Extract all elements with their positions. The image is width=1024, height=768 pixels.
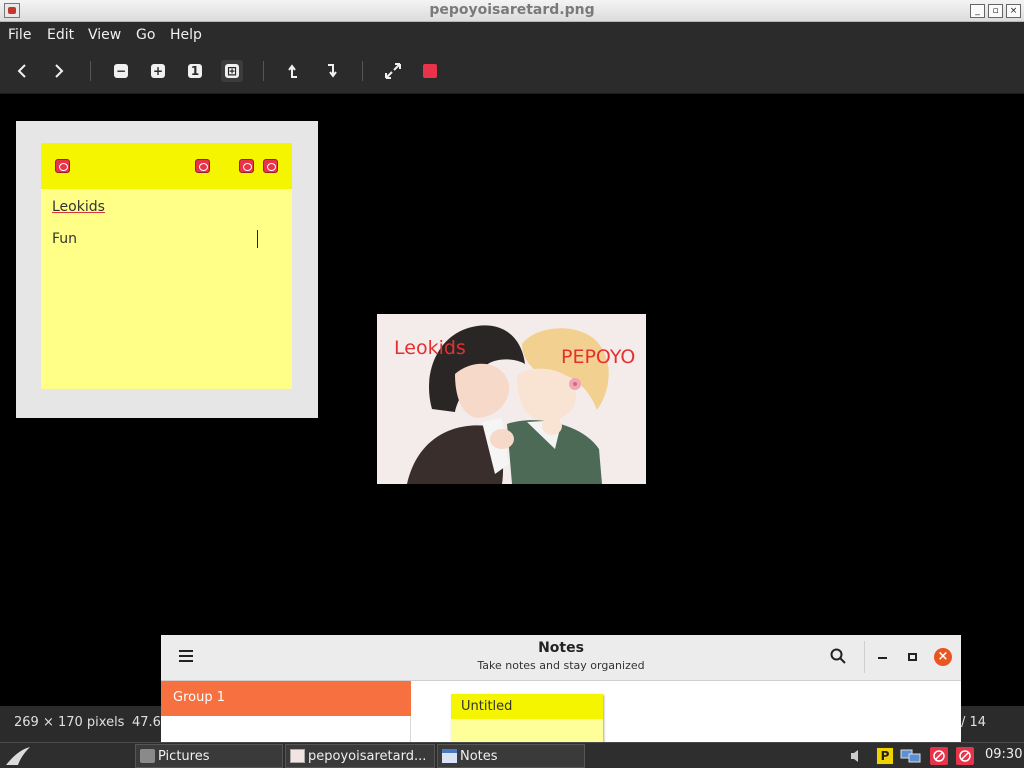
notes-window: Notes Take notes and stay organized × Gr… (161, 635, 961, 742)
folder-icon (140, 749, 155, 763)
zoom-out-icon[interactable]: − (110, 60, 132, 82)
sticky-note: Leokids Fun (41, 143, 292, 389)
image-thumbnail-icon (290, 749, 305, 763)
taskbar-item-notes[interactable]: Notes (437, 744, 585, 768)
minimize-button[interactable]: _ (970, 4, 985, 18)
zoom-level: 47.6 (132, 715, 161, 730)
sticky-note-title[interactable]: Leokids (52, 199, 105, 215)
zoom-fit-icon[interactable]: ⊞ (221, 60, 243, 82)
notes-header: Notes Take notes and stay organized × (161, 635, 961, 681)
settings-icon[interactable] (195, 159, 210, 173)
taskbar-item-image-viewer[interactable]: pepoyoisaretard... (285, 744, 435, 768)
maximize-button[interactable]: ▫ (988, 4, 1003, 18)
header-separator (864, 641, 865, 673)
taskbar-item-pictures[interactable]: Pictures (135, 744, 283, 768)
chevron-left-icon[interactable] (11, 60, 33, 82)
blocked-icon[interactable] (930, 747, 948, 765)
toolbar-separator (263, 61, 264, 81)
sidebar-item-group-1[interactable]: Group 1 (161, 681, 411, 716)
note-card-header: Untitled (451, 694, 603, 719)
rotate-left-icon[interactable] (283, 60, 305, 82)
network-icon[interactable] (900, 747, 921, 765)
notes-minimize-button[interactable] (878, 657, 887, 659)
screen: pepoyoisaretard.png _ ▫ × File Edit View… (0, 0, 1024, 768)
sticky-note-header (41, 143, 292, 189)
parcellite-icon[interactable]: P (876, 747, 894, 765)
image-index: / 14 (961, 715, 987, 730)
sticky-note-body[interactable]: Fun (52, 231, 77, 247)
window-title: pepoyoisaretard.png (429, 2, 595, 18)
artwork-image: Leokids PEPOYO (377, 314, 646, 484)
volume-icon[interactable] (848, 747, 866, 765)
search-icon[interactable] (830, 648, 846, 664)
hide-icon[interactable] (239, 159, 254, 173)
notes-sidebar: Group 1 (161, 681, 411, 742)
notes-maximize-button[interactable] (908, 653, 917, 661)
blocked-icon[interactable] (956, 747, 974, 765)
stop-icon[interactable] (419, 60, 441, 82)
title-bar: pepoyoisaretard.png _ ▫ × (0, 0, 1024, 22)
zoom-in-icon[interactable]: + (147, 60, 169, 82)
note-card-title: Untitled (461, 699, 513, 714)
menu-file[interactable]: File (8, 27, 31, 43)
fullscreen-icon[interactable] (382, 60, 404, 82)
menu-view[interactable]: View (88, 27, 121, 43)
note-card[interactable]: Untitled (451, 694, 603, 742)
delete-icon[interactable] (263, 159, 278, 173)
new-note-icon[interactable] (55, 159, 70, 173)
zoom-original-icon[interactable]: 1 (184, 60, 206, 82)
menu-bar: File Edit View Go Help (0, 22, 1024, 48)
artwork-label-right: PEPOYO (561, 346, 636, 368)
toolbar-separator (362, 61, 363, 81)
chevron-right-icon[interactable] (48, 60, 70, 82)
taskbar: Pictures pepoyoisaretard... Notes P 09:3… (0, 742, 1024, 768)
rotate-right-icon[interactable] (320, 60, 342, 82)
group-label: Group 1 (173, 690, 225, 705)
start-menu-icon[interactable] (4, 745, 34, 767)
toolbar: − + 1 ⊞ (0, 48, 1024, 94)
close-button[interactable]: × (1006, 4, 1021, 18)
artwork-label-left: Leokids (394, 337, 466, 359)
menu-go[interactable]: Go (136, 27, 155, 43)
menu-edit[interactable]: Edit (47, 27, 74, 43)
toolbar-separator (90, 61, 91, 81)
text-cursor (257, 230, 258, 248)
menu-help[interactable]: Help (170, 27, 202, 43)
notes-close-button[interactable]: × (934, 648, 952, 666)
image-dimensions: 269 × 170 pixels (14, 715, 125, 730)
clock: 09:30 (985, 747, 1023, 762)
notes-app-icon (442, 749, 457, 763)
